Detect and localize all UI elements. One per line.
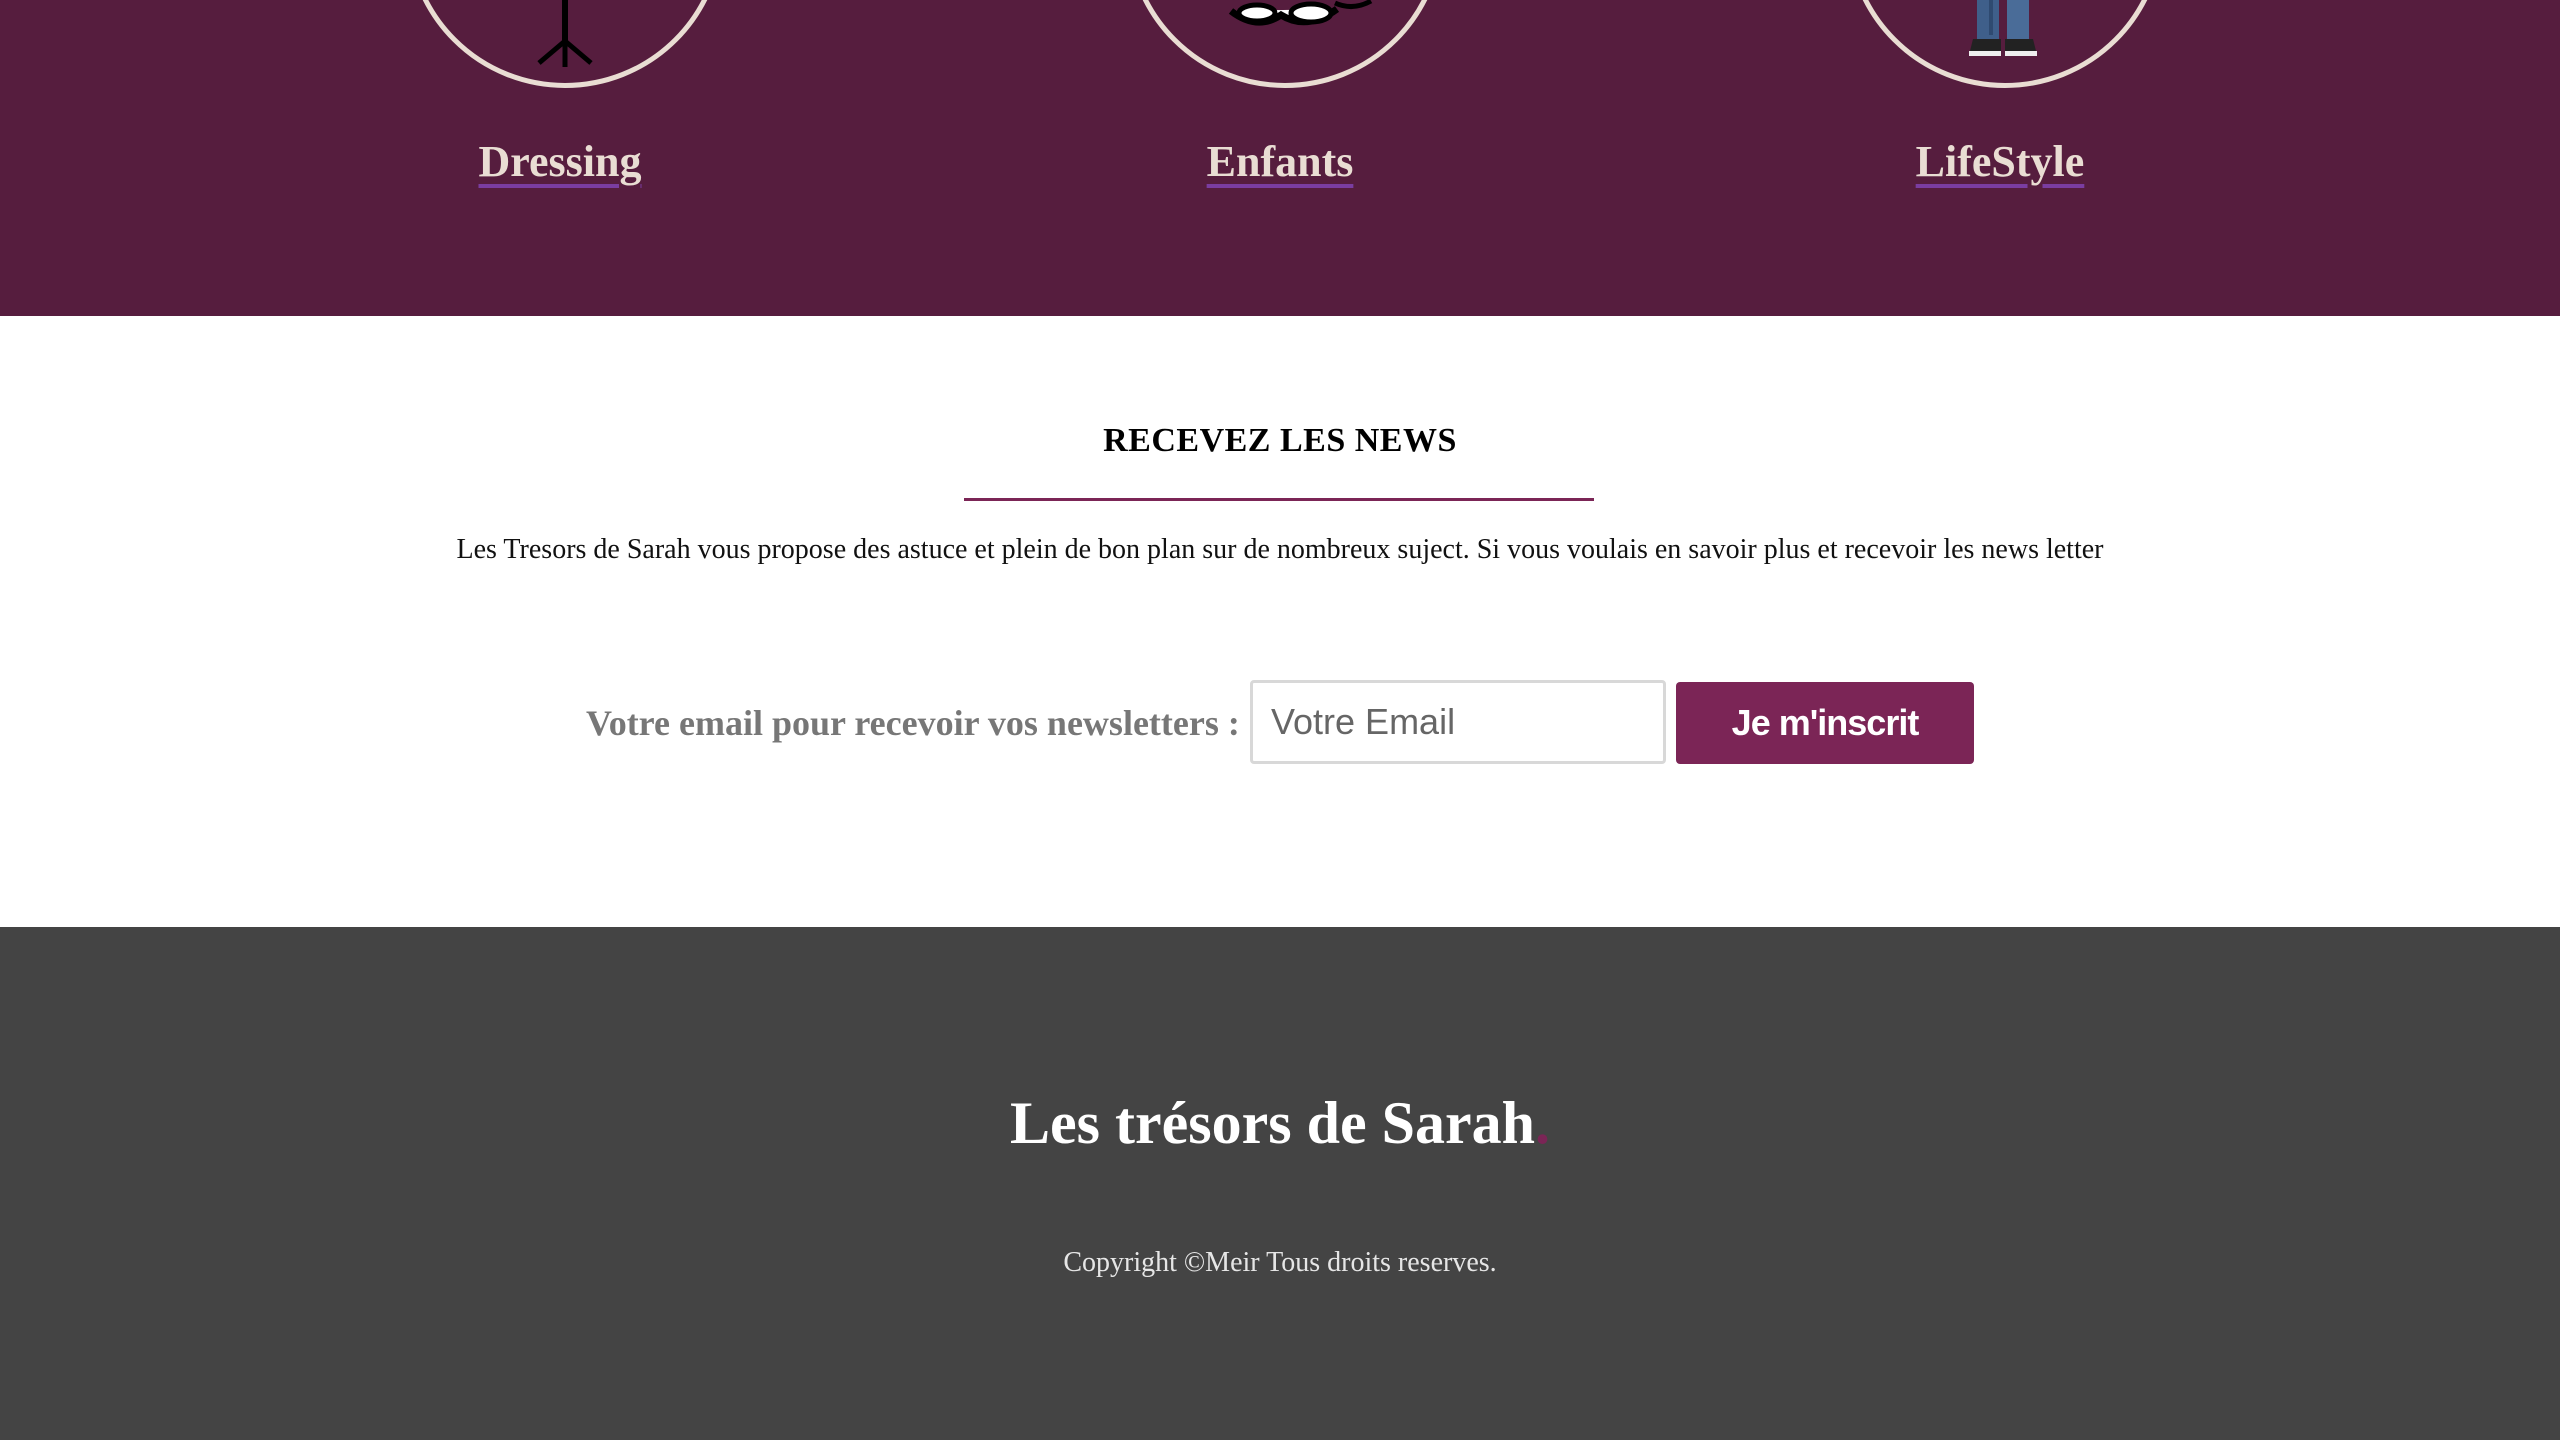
newsletter-title: RECEVEZ LES NEWS <box>1103 422 1457 459</box>
newsletter-description: Les Tresors de Sarah vous propose des as… <box>456 534 2104 565</box>
email-label: Votre email pour recevoir vos newsletter… <box>586 703 1240 743</box>
category-label: LifeStyle <box>1915 137 2085 186</box>
category-enfants[interactable]: Enfants <box>1090 0 1470 316</box>
category-dressing[interactable]: Dressing <box>370 0 750 316</box>
clothes-rack-icon <box>406 0 724 88</box>
footer: Les trésors de Sarah. Copyright ©Meir To… <box>0 927 2560 1440</box>
subscribe-button[interactable]: Je m'inscrit <box>1676 682 1974 764</box>
category-lifestyle[interactable]: LifeStyle <box>1810 0 2190 316</box>
children-icon <box>1126 0 1444 88</box>
footer-brand-dot: . <box>1534 1090 1550 1156</box>
newsletter-section: RECEVEZ LES NEWS Les Tresors de Sarah vo… <box>0 316 2560 927</box>
category-label: Enfants <box>1206 137 1354 186</box>
copyright-text: Copyright ©Meir Tous droits reserves. <box>1063 1247 1497 1278</box>
category-label: Dressing <box>478 137 642 186</box>
email-input[interactable] <box>1250 680 1666 764</box>
person-jeans-icon <box>1846 0 2164 88</box>
categories-section: Dressing Enfants LifeStyle <box>0 0 2560 316</box>
footer-brand: Les trésors de Sarah. <box>0 1089 2560 1158</box>
footer-brand-name: Les trésors de Sarah <box>1010 1090 1535 1156</box>
title-divider <box>964 498 1594 501</box>
